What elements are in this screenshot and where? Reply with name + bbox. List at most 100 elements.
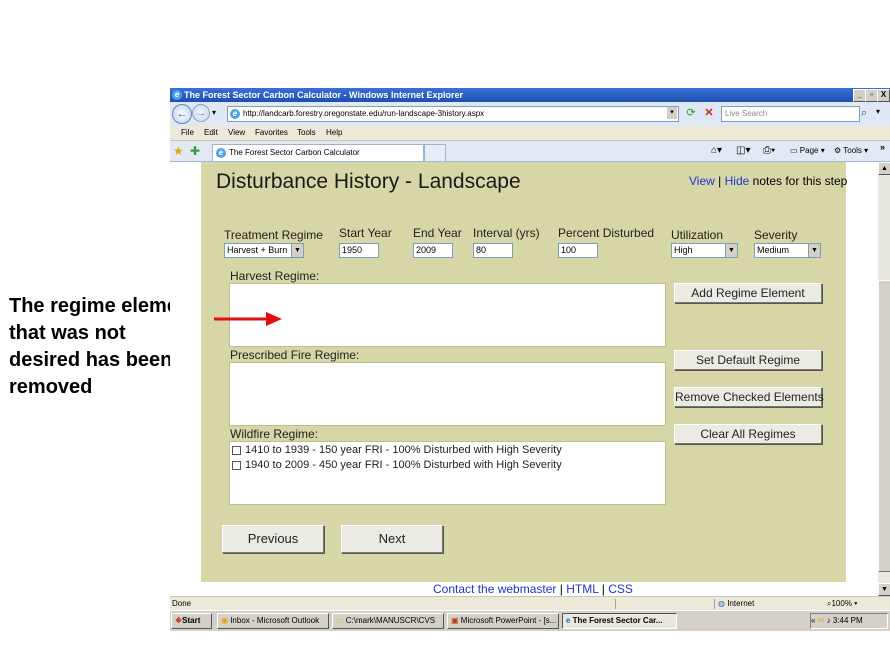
- zoom-level: 100%: [831, 599, 852, 608]
- stop-icon[interactable]: ✕: [702, 106, 716, 120]
- menu-view[interactable]: View: [228, 126, 245, 140]
- home-icon[interactable]: ⌂▾: [711, 145, 722, 156]
- new-tab-button[interactable]: [424, 144, 446, 161]
- html-link[interactable]: HTML: [566, 582, 598, 596]
- notes-suffix: notes for this step: [752, 174, 848, 188]
- previous-button[interactable]: Previous: [222, 525, 324, 553]
- add-favorites-icon[interactable]: ✚: [190, 144, 200, 158]
- chevron-down-icon: ▼: [808, 244, 820, 257]
- css-link[interactable]: CSS: [608, 582, 633, 596]
- utilization-select[interactable]: High ▼: [671, 243, 738, 258]
- add-regime-element-button[interactable]: Add Regime Element: [674, 283, 822, 303]
- page-icon: e: [230, 109, 240, 119]
- set-default-regime-button[interactable]: Set Default Regime: [674, 350, 822, 370]
- wildfire-item-checkbox[interactable]: [232, 460, 241, 470]
- tools-menu[interactable]: ⚙ Tools ▾: [834, 146, 868, 155]
- vertical-scrollbar[interactable]: ▲ ▼: [878, 162, 890, 596]
- page-menu[interactable]: ▭ Page ▾: [790, 146, 825, 155]
- refresh-icon[interactable]: ⟳: [684, 106, 698, 120]
- taskbar-item-label: The Forest Sector Car...: [572, 616, 663, 625]
- view-notes-link[interactable]: View: [689, 174, 715, 188]
- chevron-down-icon: ▼: [291, 244, 303, 257]
- address-dropdown-icon[interactable]: ▾: [667, 107, 677, 119]
- remove-checked-elements-button[interactable]: Remove Checked Elements: [674, 387, 824, 407]
- address-toolbar: ← → ▾ e http://landcarb.forestry.oregonst…: [170, 102, 890, 126]
- start-label: Start: [182, 616, 201, 625]
- tab-active[interactable]: e The Forest Sector Carbon Calculator: [212, 144, 424, 161]
- taskbar-item-folder[interactable]: ▭ C:\mark\MANUSCR\CVS: [332, 613, 444, 629]
- menu-tools[interactable]: Tools: [297, 126, 316, 140]
- utilization-value: High: [674, 245, 693, 255]
- hide-notes-link[interactable]: Hide: [725, 174, 750, 188]
- status-text: Done: [172, 599, 192, 608]
- severity-label: Severity: [754, 228, 798, 242]
- start-year-input[interactable]: 1950: [339, 243, 379, 258]
- harvest-regime-label: Harvest Regime:: [230, 269, 320, 283]
- notes-toggle: View | Hide notes for this step: [689, 174, 847, 188]
- page-panel: Disturbance History - Landscape View | H…: [201, 162, 847, 582]
- arrow-head: [266, 312, 282, 326]
- search-input[interactable]: Live Search: [721, 106, 860, 122]
- tab-page-icon: e: [216, 148, 226, 158]
- feeds-icon[interactable]: ◫▾: [736, 145, 750, 156]
- taskbar-item-ie[interactable]: e The Forest Sector Car...: [562, 613, 677, 629]
- taskbar-item-outlook[interactable]: ◉ Inbox - Microsoft Outlook: [217, 613, 329, 629]
- search-dropdown-icon[interactable]: ▾: [876, 107, 880, 116]
- zone-label: Internet: [727, 599, 755, 608]
- percent-input[interactable]: 100: [558, 243, 598, 258]
- chevron-more-icon[interactable]: »: [880, 142, 885, 152]
- taskbar-item-label: Inbox - Microsoft Outlook: [230, 616, 320, 625]
- page-title: Disturbance History - Landscape: [216, 170, 521, 193]
- status-bar: Done ◍ Internet ⌕100% ▾: [170, 596, 890, 611]
- list-item: 1410 to 1939 - 150 year FRI - 100% Distu…: [232, 444, 562, 456]
- percent-label: Percent Disturbed: [558, 226, 655, 240]
- footer-separator: |: [601, 582, 605, 596]
- end-year-input[interactable]: 2009: [413, 243, 453, 258]
- address-field[interactable]: e http://landcarb.forestry.oregonstate.ed…: [227, 106, 679, 122]
- tools-menu-label: Tools: [843, 146, 862, 155]
- menu-favorites[interactable]: Favorites: [255, 126, 288, 140]
- start-year-label: Start Year: [339, 226, 392, 240]
- scroll-thumb[interactable]: [878, 280, 890, 572]
- prescribed-fire-list: [229, 362, 666, 426]
- taskbar-item-powerpoint[interactable]: ▣ Microsoft PowerPoint - [s...: [447, 613, 559, 629]
- favorites-star-icon[interactable]: ★: [173, 144, 184, 158]
- severity-select[interactable]: Medium ▼: [754, 243, 821, 258]
- end-year-label: End Year: [413, 226, 462, 240]
- print-icon[interactable]: ⎙▾: [763, 145, 775, 156]
- scroll-down-icon[interactable]: ▼: [878, 583, 890, 596]
- history-dropdown-icon[interactable]: ▾: [212, 108, 216, 117]
- taskbar: ❖Start ◉ Inbox - Microsoft Outlook ▭ C:\…: [170, 610, 890, 631]
- menu-edit[interactable]: Edit: [204, 126, 218, 140]
- folder-icon: ▭: [336, 616, 346, 625]
- next-button[interactable]: Next: [341, 525, 443, 553]
- search-icon[interactable]: ⌕: [861, 106, 873, 120]
- menu-help[interactable]: Help: [326, 126, 342, 140]
- tab-label: The Forest Sector Carbon Calculator: [229, 148, 360, 157]
- annotation-line: removed: [9, 376, 93, 398]
- scroll-up-icon[interactable]: ▲: [878, 162, 890, 175]
- wildfire-item-label: 1940 to 2009 - 450 year FRI - 100% Distu…: [245, 459, 562, 471]
- treatment-select[interactable]: Harvest + Burn ▼: [224, 243, 304, 258]
- ie-taskbar-icon: e: [566, 616, 573, 625]
- zoom-control[interactable]: ⌕100% ▾: [827, 597, 858, 611]
- tray-mail-icon[interactable]: ✉: [818, 616, 825, 625]
- notes-separator: |: [718, 174, 722, 188]
- harvest-regime-list: [229, 283, 666, 347]
- title-bar: e The Forest Sector Carbon Calculator - …: [170, 88, 890, 102]
- tray-expand-icon[interactable]: «: [811, 616, 815, 625]
- page-viewport: Disturbance History - Landscape View | H…: [170, 162, 878, 596]
- chevron-down-icon: ▼: [725, 244, 737, 257]
- contact-webmaster-link[interactable]: Contact the webmaster: [433, 582, 556, 596]
- page-menu-label: Page: [799, 146, 819, 155]
- start-button[interactable]: ❖Start: [171, 613, 212, 629]
- back-icon[interactable]: ←: [172, 104, 192, 124]
- clear-all-regimes-button[interactable]: Clear All Regimes: [674, 424, 822, 444]
- menu-file[interactable]: File: [181, 126, 194, 140]
- close-button[interactable]: X: [877, 89, 890, 102]
- forward-icon[interactable]: →: [192, 104, 210, 122]
- tray-speaker-icon[interactable]: ♪: [827, 616, 831, 625]
- severity-value: Medium: [757, 245, 790, 255]
- wildfire-item-checkbox[interactable]: [232, 445, 241, 455]
- interval-input[interactable]: 80: [473, 243, 513, 258]
